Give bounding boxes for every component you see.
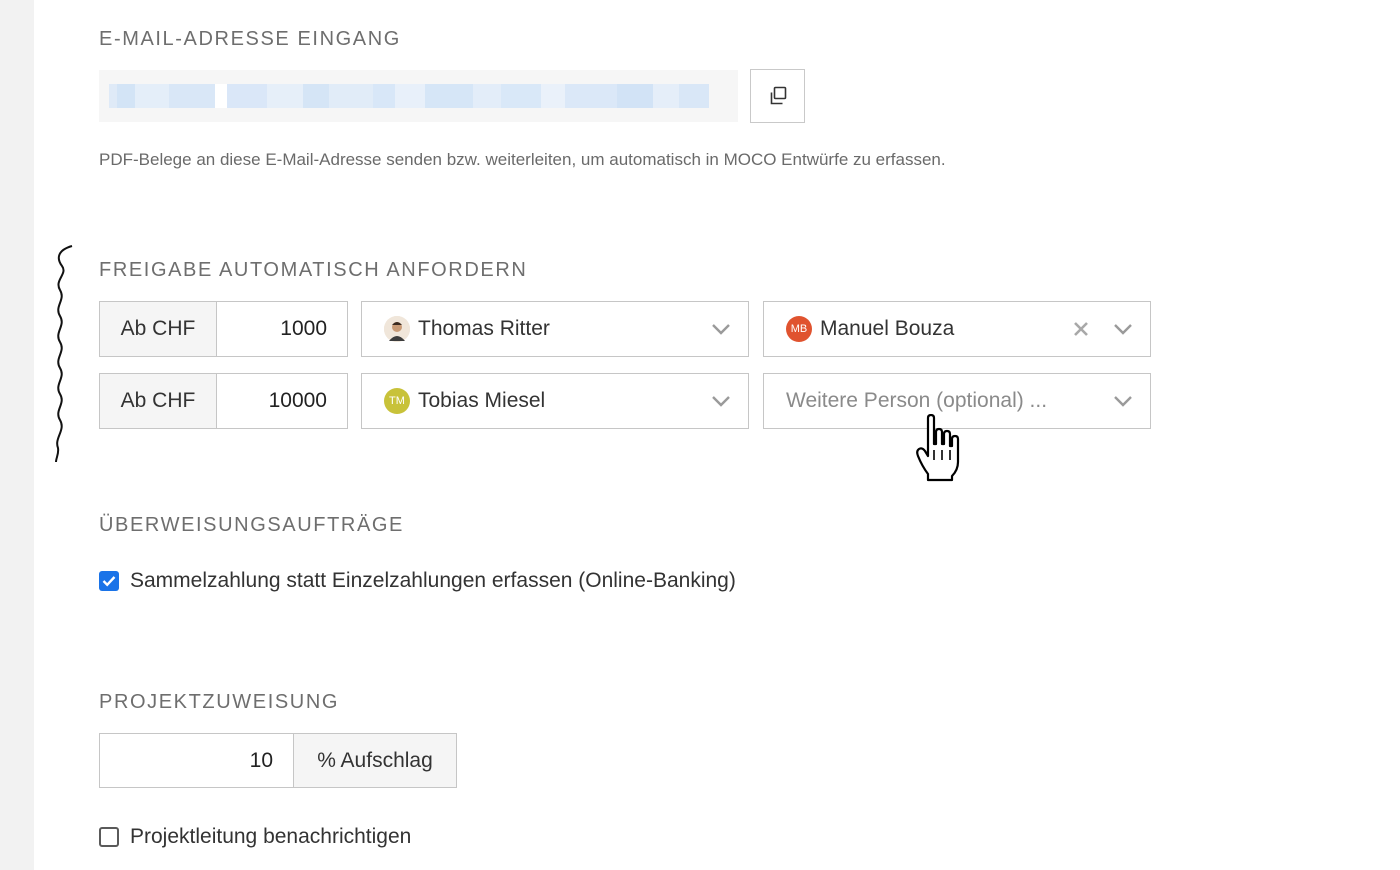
markup-input-group[interactable]: 10 % Aufschlag	[99, 733, 457, 788]
currency-prefix: Ab CHF	[100, 302, 217, 356]
amount-value[interactable]: 10000	[217, 374, 347, 428]
copy-email-button[interactable]	[750, 69, 805, 123]
email-address-field[interactable]	[99, 70, 738, 122]
checkbox-checked[interactable]	[99, 571, 119, 591]
clear-icon[interactable]	[1070, 318, 1092, 340]
transfer-section-title: ÜBERWEISUNGSAUFTRÄGE	[99, 514, 404, 536]
checkbox-unchecked[interactable]	[99, 827, 119, 847]
currency-prefix: Ab CHF	[100, 374, 217, 428]
markup-suffix: % Aufschlag	[294, 734, 456, 787]
avatar	[384, 316, 410, 342]
project-section-title: PROJEKTZUWEISUNG	[99, 691, 340, 713]
chevron-down-icon[interactable]	[1112, 318, 1134, 340]
chevron-down-icon[interactable]	[1112, 390, 1134, 412]
notify-project-lead-option[interactable]: Projektleitung benachrichtigen	[99, 825, 411, 849]
chevron-down-icon[interactable]	[710, 318, 732, 340]
approval-row: Ab CHF 1000 Thomas Ritter MB Manuel Bouz…	[99, 301, 1151, 357]
amount-input-group[interactable]: Ab CHF 10000	[99, 373, 348, 429]
amount-input-group[interactable]: Ab CHF 1000	[99, 301, 348, 357]
approver-name: Manuel Bouza	[820, 317, 955, 340]
avatar-initials: TM	[389, 395, 405, 407]
hand-cursor-icon	[916, 414, 960, 482]
approver-name: Thomas Ritter	[418, 317, 550, 340]
avatar: MB	[786, 316, 812, 342]
approver-name: Tobias Miesel	[418, 389, 546, 412]
left-rail	[0, 0, 34, 870]
collective-payment-option[interactable]: Sammelzahlung statt Einzelzahlungen erfa…	[99, 569, 736, 593]
squiggle-marker	[55, 245, 73, 463]
chevron-down-icon[interactable]	[710, 390, 732, 412]
email-section-title: E-MAIL-ADRESSE EINGANG	[99, 28, 401, 50]
checkbox-label: Sammelzahlung statt Einzelzahlungen erfa…	[130, 569, 736, 592]
approval-row: Ab CHF 10000 TM Tobias Miesel Weitere Pe…	[99, 373, 1151, 429]
approver-select[interactable]: TM Tobias Miesel	[361, 373, 749, 429]
approver-select[interactable]: Thomas Ritter	[361, 301, 749, 357]
markup-value[interactable]: 10	[100, 734, 294, 787]
avatar-initials: MB	[790, 323, 808, 335]
approval-section-title: FREIGABE AUTOMATISCH ANFORDERN	[99, 259, 528, 281]
avatar: TM	[384, 388, 410, 414]
blurred-email	[109, 84, 729, 108]
checkmark-icon	[102, 576, 116, 587]
amount-value[interactable]: 1000	[217, 302, 347, 356]
email-hint: PDF-Belege an diese E-Mail-Adresse sende…	[99, 150, 946, 169]
approver-placeholder: Weitere Person (optional) ...	[786, 389, 1048, 412]
copy-icon	[770, 86, 786, 105]
checkbox-label: Projektleitung benachrichtigen	[130, 825, 412, 848]
second-approver-select[interactable]: MB Manuel Bouza	[763, 301, 1151, 357]
